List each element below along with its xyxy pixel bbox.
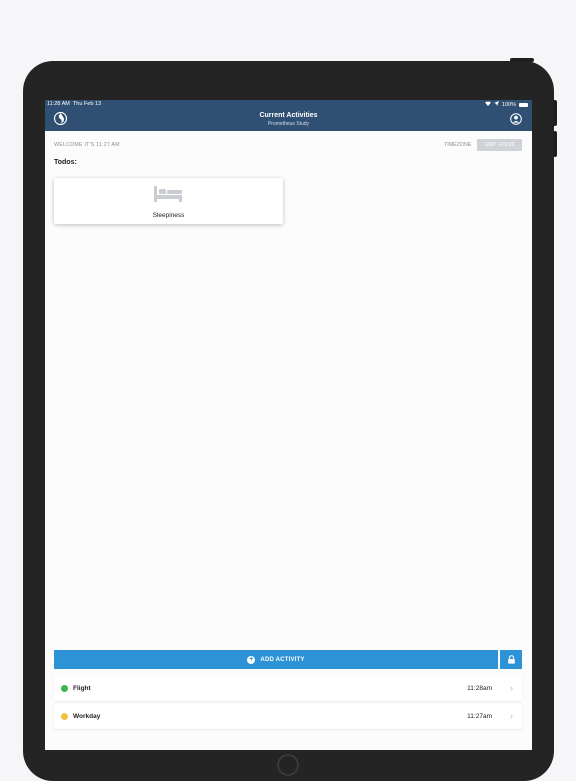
navigation-bar: 11:28 AM Thu Feb 13 100% Current Activit… (45, 100, 532, 131)
home-button (277, 754, 299, 776)
activity-time: 11:27am (467, 713, 492, 720)
device-side-button (553, 100, 557, 126)
todo-card-sleepiness[interactable]: Sleepiness (54, 178, 283, 224)
activity-row-flight[interactable]: Flight 11:28am › (54, 676, 522, 701)
status-dot (61, 685, 68, 692)
chevron-right-icon: › (510, 683, 513, 693)
status-time: 11:28 AM (47, 101, 70, 107)
profile-icon[interactable] (510, 112, 522, 125)
status-bar-time: 11:28 AM Thu Feb 13 (47, 101, 101, 107)
welcome-text: WELCOME IT'S 11:27 AM (54, 142, 120, 148)
timezone-label: TIMEZONE (444, 142, 472, 148)
device-side-button (510, 58, 534, 62)
timezone-selector[interactable]: GMT +01:00 (477, 139, 522, 151)
chevron-right-icon: › (510, 711, 513, 721)
page-title: Current Activities (259, 112, 318, 119)
lock-icon (507, 651, 516, 669)
status-dot (61, 713, 68, 720)
wifi-icon (484, 101, 491, 108)
activity-time: 11:28am (467, 685, 492, 692)
activity-name: Workday (73, 713, 101, 720)
device-side-button (553, 131, 557, 157)
add-activity-button[interactable]: + ADD ACTIVITY (54, 650, 498, 669)
todos-heading: Todos: (54, 159, 77, 166)
todo-label: Sleepiness (152, 212, 185, 219)
activity-name: Flight (73, 685, 91, 692)
battery-percent: 100% (501, 101, 516, 108)
bed-icon (153, 185, 183, 203)
location-arrow-icon (493, 101, 499, 108)
page-subtitle: Prometheus Study (267, 121, 310, 127)
app-screen: 11:28 AM Thu Feb 13 100% Current Activit… (45, 100, 532, 750)
plus-icon: + (247, 655, 256, 664)
lock-button[interactable] (500, 650, 522, 669)
battery-icon (519, 102, 528, 107)
add-activity-label: ADD ACTIVITY (260, 656, 305, 663)
activity-row-workday[interactable]: Workday 11:27am › (54, 704, 522, 729)
status-bar-indicators: 100% (484, 101, 528, 108)
status-date: Thu Feb 13 (72, 101, 102, 107)
